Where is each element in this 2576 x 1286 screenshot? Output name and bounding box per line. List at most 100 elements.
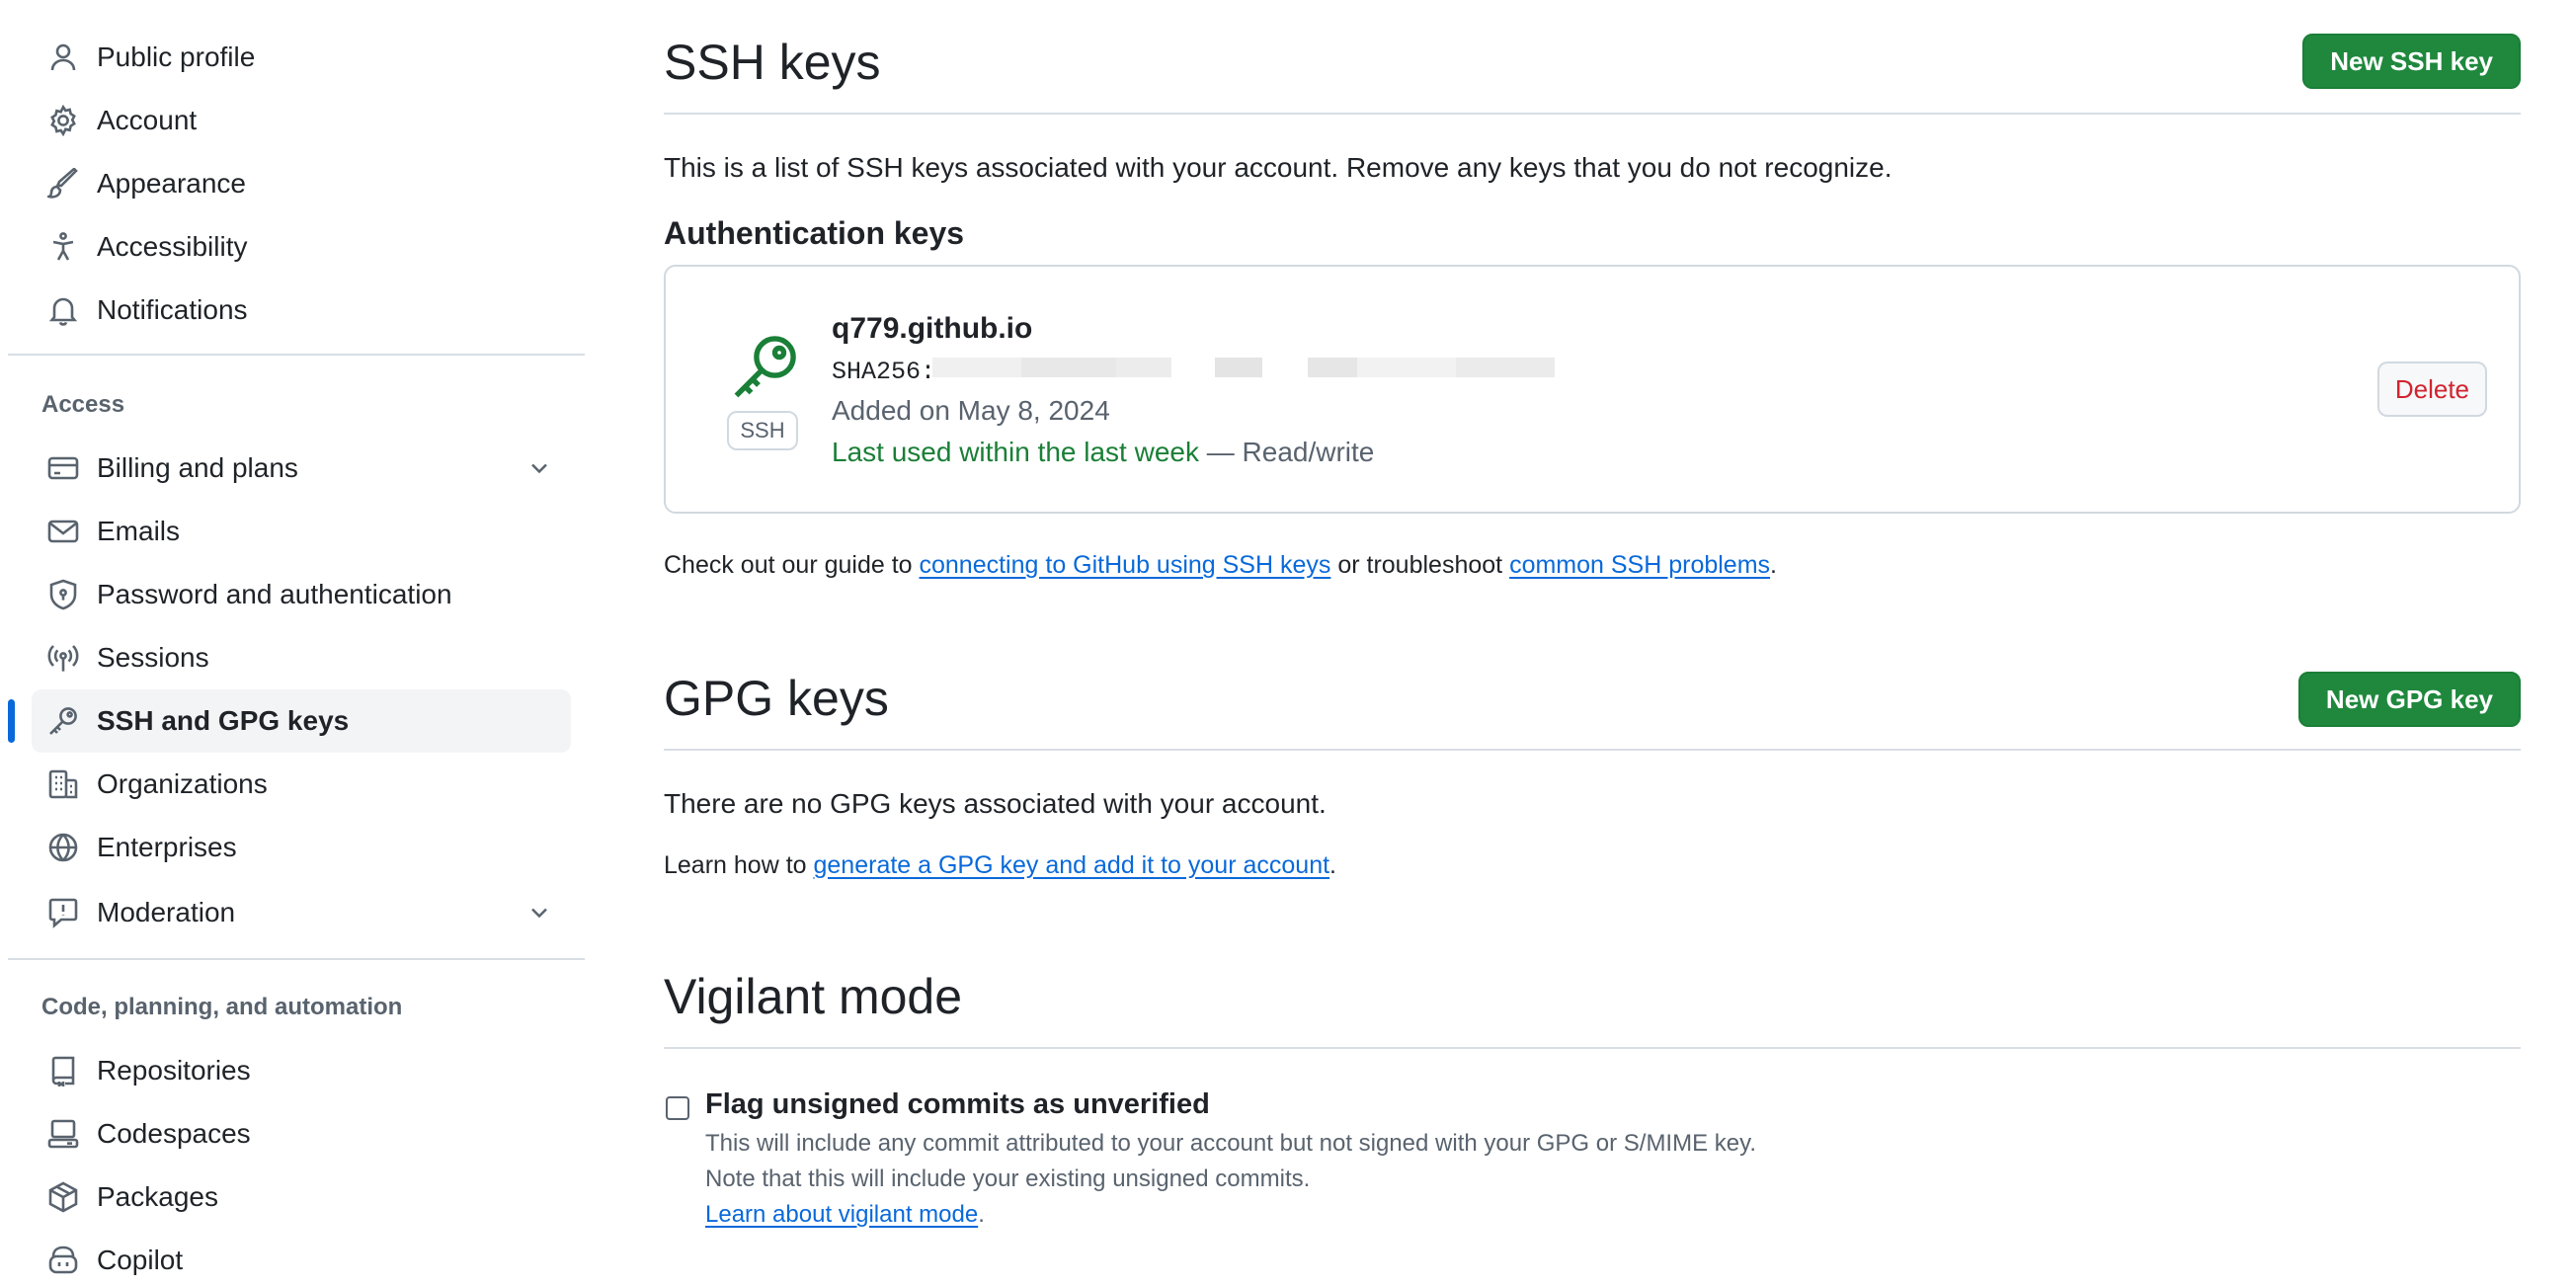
vigilant-description-line1: This will include any commit attributed …: [705, 1130, 1757, 1157]
vigilant-mode-title: Vigilant mode: [664, 969, 963, 1024]
generate-gpg-key-link[interactable]: generate a GPG key and add it to your ac…: [814, 851, 1330, 879]
new-gpg-key-button[interactable]: New GPG key: [2297, 672, 2521, 727]
ssh-type-badge: SSH: [727, 411, 798, 450]
paintbrush-icon: [47, 168, 79, 200]
package-icon: [47, 1181, 79, 1213]
sidebar-item-label: Public profile: [97, 41, 256, 72]
vigilant-description-line2: Note that this will include your existin…: [705, 1165, 1311, 1192]
common-ssh-problems-link[interactable]: common SSH problems: [1509, 551, 1770, 579]
redacted-fingerprint: [932, 358, 1021, 377]
sidebar-item-moderation[interactable]: Moderation: [32, 881, 571, 944]
sidebar-item-label: Billing and plans: [97, 452, 298, 483]
guide-prefix: Check out our guide to: [664, 551, 920, 579]
sidebar-heading-code: Code, planning, and automation: [41, 994, 403, 1020]
flag-unsigned-checkbox[interactable]: [666, 1096, 689, 1120]
sidebar-item-ssh-gpg-keys[interactable]: SSH and GPG keys: [8, 689, 571, 753]
redacted-fingerprint: [1215, 358, 1262, 377]
copilot-icon: [47, 1245, 79, 1276]
sidebar-item-label: Sessions: [97, 642, 209, 673]
sidebar-item-organizations[interactable]: Organizations: [32, 753, 571, 816]
redacted-fingerprint: [1357, 358, 1456, 377]
sidebar-item-label: Password and authentication: [97, 579, 452, 609]
gear-icon: [47, 105, 79, 136]
key-icon: [734, 336, 796, 398]
delete-ssh-key-button[interactable]: Delete: [2376, 362, 2487, 417]
sidebar-item-label: Copilot: [97, 1245, 184, 1275]
globe-icon: [47, 832, 79, 863]
sidebar-item-label: Packages: [97, 1181, 218, 1212]
chevron-down-icon[interactable]: [525, 454, 553, 482]
ssh-keys-title: SSH keys: [664, 35, 881, 90]
key-icon: [47, 705, 79, 737]
gpg-learn-text: Learn how to generate a GPG key and add …: [664, 851, 1336, 880]
guide-middle: or troubleshoot: [1330, 551, 1510, 579]
sidebar-item-emails[interactable]: Emails: [32, 500, 571, 563]
person-icon: [47, 41, 79, 73]
sidebar-divider: [8, 958, 585, 960]
sidebar-heading-access: Access: [41, 391, 125, 418]
sidebar-item-billing[interactable]: Billing and plans: [32, 437, 571, 500]
redacted-fingerprint: [1308, 358, 1357, 377]
flag-unsigned-label[interactable]: Flag unsigned commits as unverified: [705, 1088, 1210, 1121]
sidebar-item-password-auth[interactable]: Password and authentication: [32, 563, 571, 626]
sidebar-item-enterprises[interactable]: Enterprises: [32, 816, 571, 879]
organization-icon: [47, 768, 79, 800]
settings-sidebar: Public profile Account Appearance Access…: [8, 0, 585, 1286]
sidebar-item-notifications[interactable]: Notifications: [32, 279, 571, 342]
guide-suffix: .: [1770, 551, 1777, 579]
last-used-text: Last used within the last week: [832, 437, 1199, 467]
repo-icon: [47, 1055, 79, 1086]
sidebar-divider: [8, 354, 585, 356]
redacted-fingerprint: [1116, 358, 1171, 377]
connecting-ssh-link[interactable]: connecting to GitHub using SSH keys: [920, 551, 1331, 579]
sidebar-item-label: Account: [97, 105, 198, 135]
redacted-fingerprint: [1456, 358, 1555, 377]
vigilant-learn: Learn about vigilant mode.: [705, 1201, 985, 1229]
sidebar-item-repositories[interactable]: Repositories: [32, 1039, 571, 1102]
bell-icon: [47, 294, 79, 326]
ssh-key-added-date: Added on May 8, 2024: [832, 395, 1110, 426]
ssh-key-fingerprint: SHA256:: [832, 358, 936, 386]
sidebar-item-packages[interactable]: Packages: [32, 1165, 571, 1229]
sidebar-item-label: Emails: [97, 516, 181, 546]
sidebar-item-label: Accessibility: [97, 231, 248, 262]
sidebar-item-label: SSH and GPG keys: [97, 705, 350, 736]
learn-vigilant-mode-link[interactable]: Learn about vigilant mode: [705, 1201, 978, 1228]
learn-suffix: .: [1329, 851, 1336, 879]
sidebar-item-sessions[interactable]: Sessions: [32, 626, 571, 689]
access-level-text: — Read/write: [1198, 437, 1375, 467]
ssh-key-title: q779.github.io: [832, 312, 1033, 345]
sidebar-item-appearance[interactable]: Appearance: [32, 152, 571, 215]
section-divider: [664, 1047, 2521, 1049]
ssh-key-card: SSH q779.github.io SHA256: Added on May …: [664, 265, 2521, 514]
sidebar-item-public-profile[interactable]: Public profile: [32, 26, 571, 89]
mail-icon: [47, 516, 79, 547]
broadcast-icon: [47, 642, 79, 674]
sidebar-item-account[interactable]: Account: [32, 89, 571, 152]
accessibility-icon: [47, 231, 79, 263]
gpg-empty-text: There are no GPG keys associated with yo…: [664, 788, 1327, 819]
settings-main: SSH keys New SSH key This is a list of S…: [664, 0, 2521, 1286]
learn-suffix: .: [978, 1201, 985, 1228]
ssh-key-last-used: Last used within the last week — Read/wr…: [832, 437, 1374, 468]
report-icon: [47, 897, 79, 928]
sidebar-item-label: Organizations: [97, 768, 268, 799]
section-divider: [664, 113, 2521, 115]
credit-card-icon: [47, 452, 79, 484]
sidebar-item-codespaces[interactable]: Codespaces: [32, 1102, 571, 1165]
sidebar-item-copilot[interactable]: Copilot: [32, 1229, 571, 1286]
codespaces-icon: [47, 1118, 79, 1150]
section-divider: [664, 749, 2521, 751]
sidebar-item-label: Appearance: [97, 168, 247, 199]
chevron-down-icon[interactable]: [525, 899, 553, 926]
ssh-keys-description: This is a list of SSH keys associated wi…: [664, 152, 1892, 183]
new-ssh-key-button[interactable]: New SSH key: [2302, 34, 2521, 89]
sidebar-item-label: Moderation: [97, 897, 236, 927]
sidebar-item-accessibility[interactable]: Accessibility: [32, 215, 571, 279]
shield-lock-icon: [47, 579, 79, 610]
authentication-keys-heading: Authentication keys: [664, 215, 965, 251]
sidebar-item-label: Enterprises: [97, 832, 237, 862]
redacted-fingerprint: [1021, 358, 1116, 377]
sidebar-item-label: Repositories: [97, 1055, 251, 1085]
gpg-keys-title: GPG keys: [664, 671, 889, 726]
